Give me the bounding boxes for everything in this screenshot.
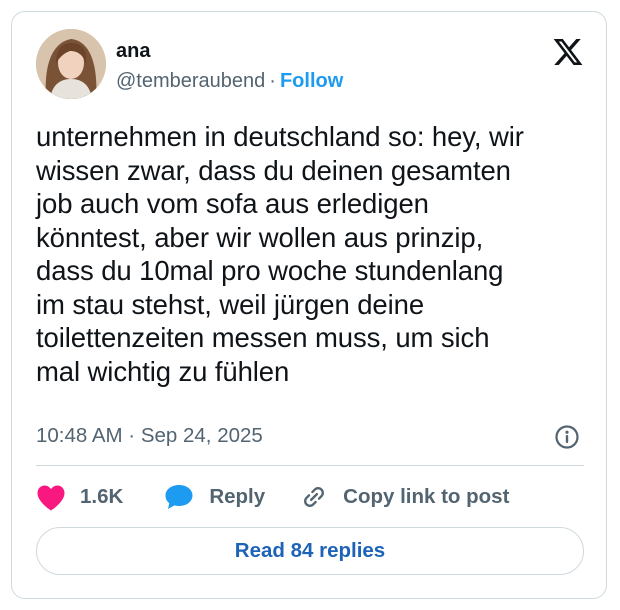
heart-icon	[37, 484, 65, 511]
like-button[interactable]: 1.6K	[36, 484, 123, 511]
info-icon[interactable]	[554, 424, 580, 450]
avatar[interactable]	[36, 29, 106, 99]
read-replies-label: Read 84 replies	[234, 539, 386, 562]
author-handle[interactable]: @temberaubend	[116, 70, 265, 92]
author-name[interactable]: ana	[116, 39, 150, 63]
divider	[36, 465, 584, 466]
tweet-timestamp[interactable]: 10:48 AM · Sep 24, 2025	[36, 424, 263, 448]
x-logo-icon[interactable]	[552, 36, 584, 68]
link-icon	[304, 487, 325, 507]
avatar-image	[36, 29, 106, 99]
like-count: 1.6K	[80, 485, 124, 508]
chat-bubble-icon	[165, 485, 193, 509]
author-handle-row: @temberaubend · Follow	[116, 69, 343, 93]
copy-link-button[interactable]: Copy link to post	[300, 483, 509, 511]
read-replies-button[interactable]: Read 84 replies	[36, 527, 584, 575]
copy-link-label: Copy link to post	[343, 485, 510, 508]
action-bar: 1.6K Reply Copy link to post	[36, 482, 509, 512]
separator-dot: ·	[269, 70, 276, 92]
reply-button[interactable]: Reply	[164, 483, 265, 511]
tweet-card: ana @temberaubend · Follow unternehmen in …	[11, 11, 607, 599]
follow-button[interactable]: Follow	[280, 70, 343, 92]
reply-label: Reply	[209, 485, 266, 508]
tweet-text: unternehmen in deutschland so: hey, wir …	[36, 121, 524, 387]
